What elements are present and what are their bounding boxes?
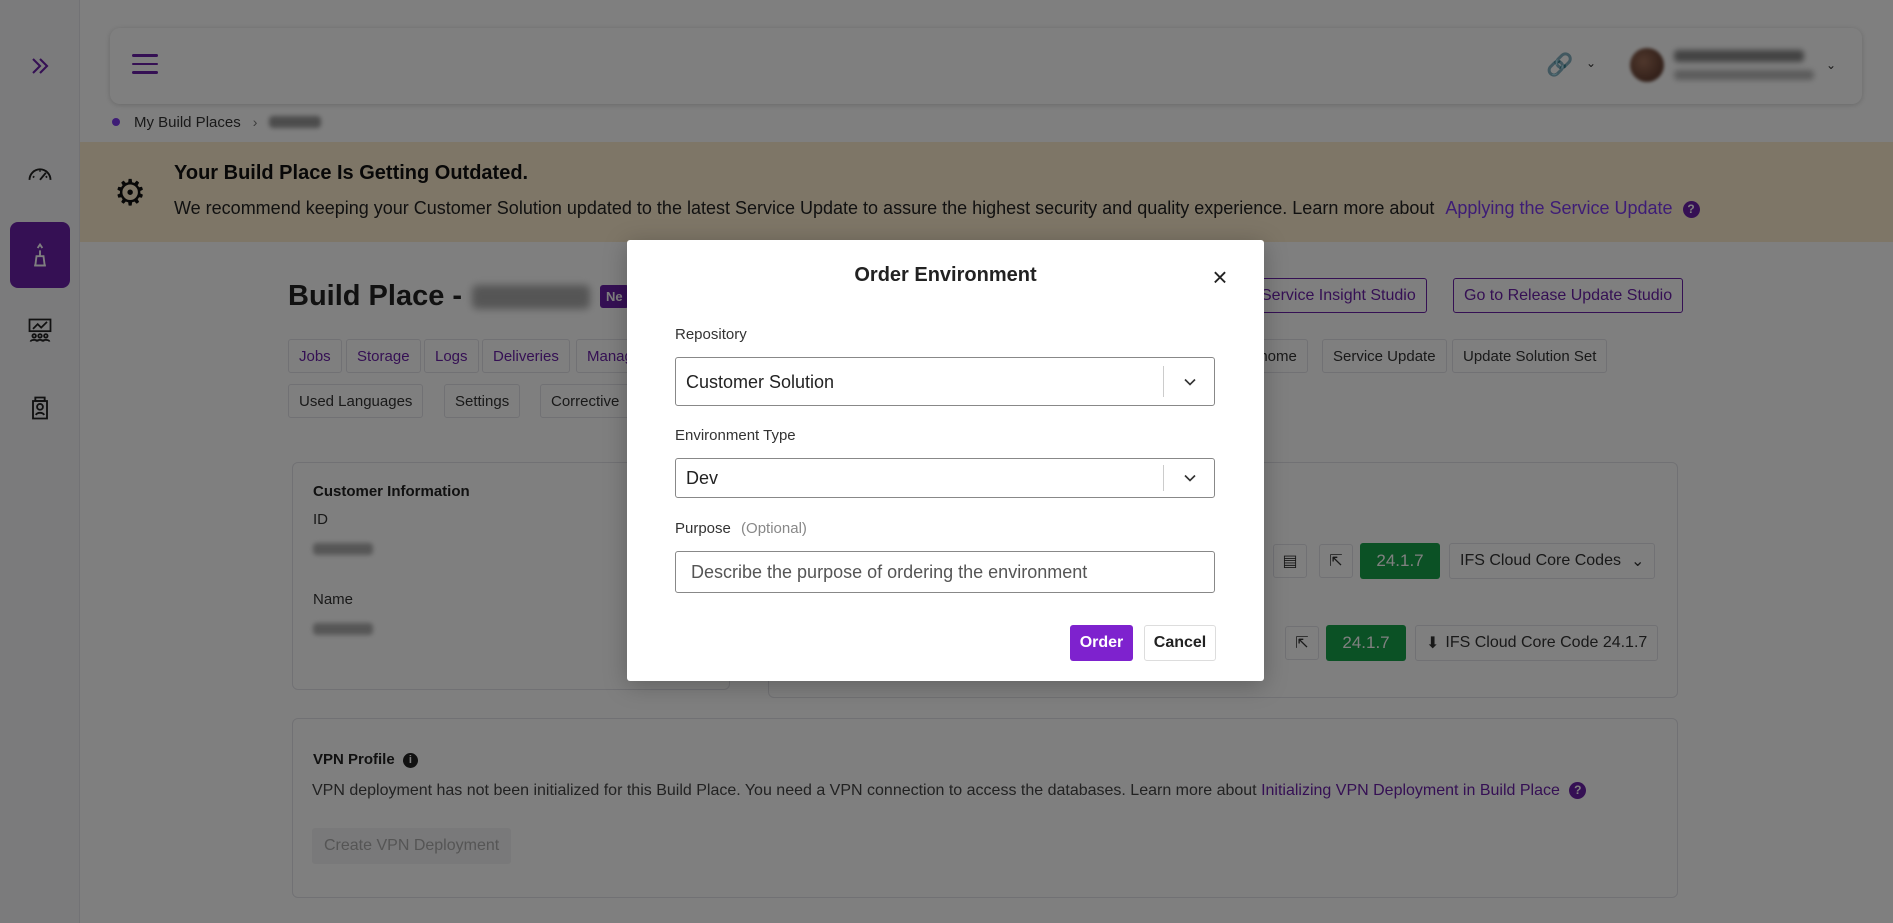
order-button[interactable]: Order (1070, 625, 1133, 661)
chevron-down-icon (1184, 474, 1196, 482)
purpose-label-text: Purpose (675, 520, 731, 537)
close-icon[interactable]: × (1207, 264, 1233, 290)
purpose-input[interactable] (675, 551, 1215, 593)
chevron-down-icon (1184, 378, 1196, 386)
purpose-optional-hint: (Optional) (741, 520, 807, 537)
select-divider (1163, 465, 1164, 491)
select-divider (1163, 366, 1164, 397)
cancel-button[interactable]: Cancel (1144, 625, 1216, 661)
environment-type-value: Dev (686, 468, 719, 488)
purpose-label: Purpose (Optional) (675, 520, 807, 537)
environment-type-label: Environment Type (675, 427, 796, 444)
order-environment-dialog: Order Environment × Repository Customer … (627, 240, 1264, 681)
repository-select[interactable]: Customer Solution (675, 357, 1215, 406)
environment-type-select[interactable]: Dev (675, 458, 1215, 498)
dialog-title: Order Environment (854, 264, 1037, 286)
repository-label: Repository (675, 326, 747, 343)
repository-value: Customer Solution (686, 372, 835, 392)
